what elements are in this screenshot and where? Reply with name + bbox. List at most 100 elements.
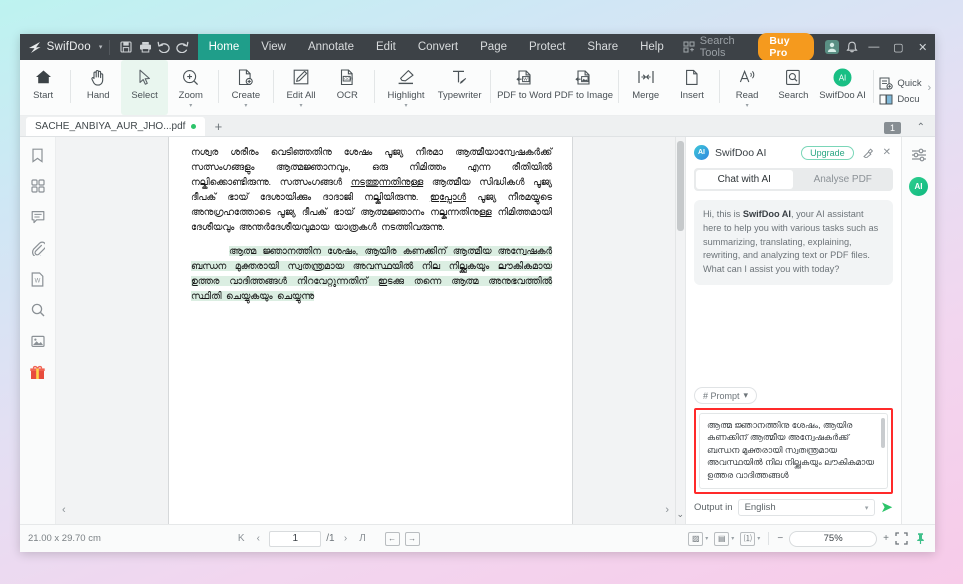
viewer-scrollbar[interactable]: ⌄ xyxy=(675,137,685,524)
chevron-down-icon[interactable]: ▾ xyxy=(405,103,408,109)
page-number-input[interactable]: 1 xyxy=(269,530,322,547)
menu-item-share[interactable]: Share xyxy=(576,34,629,60)
chevron-down-icon[interactable]: ▾ xyxy=(189,103,192,109)
menu-item-view[interactable]: View xyxy=(250,34,297,60)
continuous-scroll-dropdown[interactable]: ⑴ ▾ xyxy=(740,531,760,546)
images-icon[interactable] xyxy=(28,331,48,351)
single-page-dropdown[interactable]: ▤ ▾ xyxy=(714,531,734,546)
ribbon-overflow-button[interactable]: › xyxy=(924,60,935,115)
scrollbar-thumb[interactable] xyxy=(677,141,684,231)
divider xyxy=(374,70,376,103)
settings-sliders-icon[interactable] xyxy=(909,145,929,165)
gift-icon[interactable] xyxy=(28,362,48,382)
ribbon-merge-button[interactable]: Merge xyxy=(623,60,669,115)
next-page-button[interactable]: › xyxy=(340,533,352,544)
last-page-button[interactable]: Л xyxy=(357,533,369,544)
ribbon-start-button[interactable]: Start xyxy=(20,60,66,115)
account-avatar-icon[interactable] xyxy=(822,40,842,54)
ribbon-typewriter-button[interactable]: Typewriter xyxy=(433,60,487,115)
chevron-down-icon[interactable]: ▾ xyxy=(746,103,749,109)
page-fit-dropdown[interactable]: ▨ ▾ xyxy=(688,531,708,546)
ribbon-quick-sign-button[interactable]: Quick xyxy=(879,77,922,90)
ribbon-create-button[interactable]: Create ▾ xyxy=(223,60,269,115)
ribbon-swifdoo-ai-button[interactable]: AI SwifDoo AI xyxy=(817,60,869,115)
ribbon-document-compare-button[interactable]: Docu xyxy=(879,93,921,106)
prev-page-arrow-icon[interactable]: ‹ xyxy=(62,504,66,516)
prev-page-button[interactable]: ‹ xyxy=(252,533,264,544)
menu-item-annotate[interactable]: Annotate xyxy=(297,34,365,60)
prompt-input[interactable]: ആത്മ ജ്ഞാനത്തിനു ശേഷം, ആയിര കണക്കിന് ആത്… xyxy=(699,413,888,489)
buy-pro-button[interactable]: Buy Pro xyxy=(758,33,815,61)
output-language-select[interactable]: English ▾ xyxy=(737,499,876,516)
clear-chat-icon[interactable] xyxy=(860,147,875,158)
next-page-arrow-icon[interactable]: › xyxy=(665,504,669,516)
ribbon-zoom-button[interactable]: Zoom ▾ xyxy=(168,60,214,115)
menu-item-edit[interactable]: Edit xyxy=(365,34,407,60)
word-export-icon[interactable]: W xyxy=(28,269,48,289)
pin-icon[interactable] xyxy=(914,532,927,545)
merge-icon xyxy=(637,66,655,88)
ribbon-ocr-button[interactable]: OCR OCR xyxy=(324,60,370,115)
pdf-to-word-icon: W xyxy=(516,66,533,88)
chevron-down-icon[interactable]: ▾ xyxy=(244,103,247,109)
ribbon-pdf-to-image-button[interactable]: PDF to Image xyxy=(554,60,614,115)
close-icon[interactable]: ✕ xyxy=(881,147,893,158)
ribbon-read-button[interactable]: Read ▾ xyxy=(724,60,770,115)
save-icon[interactable] xyxy=(117,37,136,57)
divider xyxy=(273,70,274,103)
ai-panel-header: AI SwifDoo AI Upgrade ✕ xyxy=(686,137,901,166)
zoom-in-button[interactable]: + xyxy=(883,533,889,544)
close-button[interactable]: ✕ xyxy=(911,34,935,60)
prompt-mode-selector[interactable]: # Prompt ▾ xyxy=(694,387,758,404)
tab-chat-with-ai[interactable]: Chat with AI xyxy=(696,170,793,189)
ribbon-insert-button[interactable]: Insert xyxy=(669,60,715,115)
prompt-scrollbar-thumb[interactable] xyxy=(881,418,885,448)
ribbon-select-button[interactable]: Select xyxy=(121,60,168,115)
menu-item-home[interactable]: Home xyxy=(197,34,251,60)
scroll-right-icon[interactable]: → xyxy=(404,531,420,546)
scroll-down-icon[interactable]: ⌄ xyxy=(676,509,684,520)
collapse-ribbon-button[interactable]: ⌃ xyxy=(917,122,925,133)
first-page-button[interactable]: K xyxy=(235,533,247,544)
pdf-viewer[interactable]: നശ്വര ശരീരം വെടിഞ്ഞതിനു ശേഷം പൂജ്യ നീരമാ… xyxy=(56,137,685,524)
ribbon-label: Quick xyxy=(897,78,922,89)
zoom-out-button[interactable]: − xyxy=(777,533,783,544)
menu-item-protect[interactable]: Protect xyxy=(518,34,576,60)
attachment-icon[interactable] xyxy=(28,238,48,258)
app-menu-caret-icon[interactable]: ▾ xyxy=(99,43,103,51)
maximize-button[interactable]: ▢ xyxy=(886,34,910,60)
notifications-bell-icon[interactable] xyxy=(842,41,862,54)
scroll-left-icon[interactable]: ← xyxy=(384,531,400,546)
print-icon[interactable] xyxy=(136,37,155,57)
ai-chat-spacer xyxy=(686,285,901,387)
zoom-level-input[interactable]: 75% xyxy=(789,530,878,547)
upgrade-button[interactable]: Upgrade xyxy=(801,145,854,160)
ribbon-search-button[interactable]: Search xyxy=(770,60,816,115)
menu-item-convert[interactable]: Convert xyxy=(407,34,469,60)
pdf-page[interactable]: നശ്വര ശരീരം വെടിഞ്ഞതിനു ശേഷം പൂജ്യ നീരമാ… xyxy=(168,137,573,524)
bookmark-icon[interactable] xyxy=(28,145,48,165)
home-icon xyxy=(35,66,52,88)
search-icon[interactable] xyxy=(28,300,48,320)
ribbon-hand-button[interactable]: Hand xyxy=(75,60,121,115)
swifdoo-ai-button[interactable]: AI xyxy=(909,177,928,196)
tab-analyse-pdf[interactable]: Analyse PDF xyxy=(795,170,892,189)
search-tools-input[interactable]: Search Tools xyxy=(675,34,759,60)
ribbon-edit-all-button[interactable]: Edit All ▾ xyxy=(278,60,324,115)
redo-icon[interactable] xyxy=(173,37,192,57)
minimize-button[interactable]: — xyxy=(862,34,886,60)
chevron-down-icon[interactable]: ▾ xyxy=(299,103,302,109)
ribbon-highlight-button[interactable]: Highlight ▾ xyxy=(379,60,433,115)
ribbon-pdf-to-word-button[interactable]: W PDF to Word xyxy=(495,60,553,115)
menu-item-page[interactable]: Page xyxy=(469,34,518,60)
paragraph-selected[interactable]: ആത്മ ജ്ഞാനത്തിന ശേഷം, ആയിര കണക്കിന് ആത്മ… xyxy=(191,244,552,304)
comments-icon[interactable] xyxy=(28,207,48,227)
paragraph: നശ്വര ശരീരം വെടിഞ്ഞതിനു ശേഷം പൂജ്യ നീരമാ… xyxy=(191,145,552,235)
document-tab[interactable]: SACHE_ANBIYA_AUR_JHO...pdf xyxy=(26,117,206,136)
send-icon[interactable]: ➤ xyxy=(880,500,893,515)
new-tab-button[interactable]: + xyxy=(205,117,231,136)
undo-icon[interactable] xyxy=(154,37,173,57)
fullscreen-icon[interactable] xyxy=(895,532,908,545)
menu-item-help[interactable]: Help xyxy=(629,34,675,60)
thumbnails-icon[interactable] xyxy=(28,176,48,196)
